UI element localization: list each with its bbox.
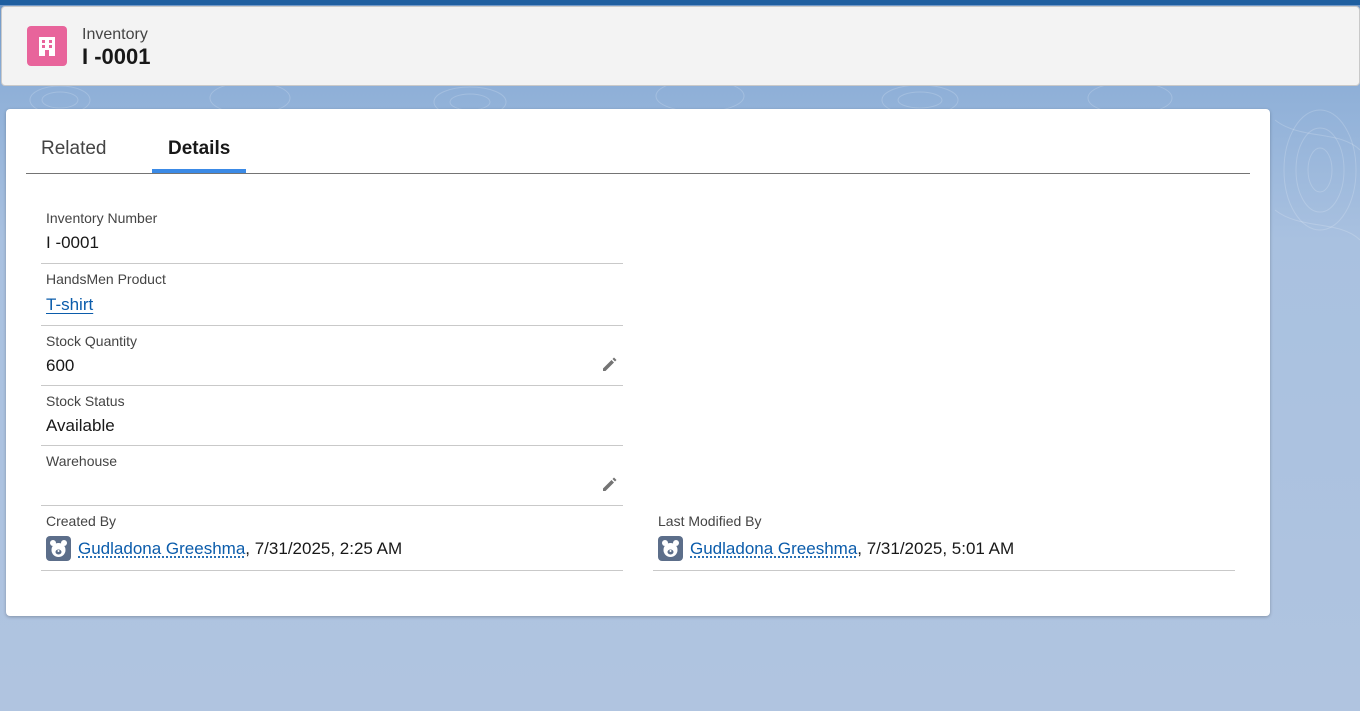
field-warehouse: Warehouse	[41, 446, 623, 506]
field-created-by: Created By Gudladona Greeshma , 7/31/202…	[41, 506, 623, 571]
field-stock-quantity: Stock Quantity 600	[41, 326, 623, 386]
field-inventory-number: Inventory Number I -0001	[41, 203, 623, 264]
inventory-number-label: Inventory Number	[46, 210, 158, 226]
handsmen-product-link[interactable]: T-shirt	[46, 295, 93, 315]
stock-quantity-value: 600	[46, 356, 75, 375]
tab-bar: Related Details	[26, 109, 1250, 174]
tab-related[interactable]: Related	[41, 138, 107, 160]
object-type-label: Inventory	[82, 26, 148, 43]
handsmen-product-label: HandsMen Product	[46, 271, 166, 287]
edit-pencil-icon[interactable]	[600, 356, 618, 374]
building-icon	[27, 26, 67, 66]
warehouse-label: Warehouse	[46, 453, 118, 469]
edit-pencil-icon[interactable]	[600, 476, 618, 494]
active-tab-indicator	[152, 169, 246, 173]
last-modified-by-label: Last Modified By	[658, 513, 762, 529]
user-avatar-icon	[46, 536, 71, 561]
record-title: I -0001	[82, 44, 151, 69]
stock-status-label: Stock Status	[46, 393, 125, 409]
field-last-modified-by: Last Modified By Gudladona Greeshma , 7/…	[653, 506, 1235, 571]
inventory-number-value: I -0001	[46, 233, 99, 252]
last-modified-by-value: Gudladona Greeshma , 7/31/2025, 5:01 AM	[658, 536, 1014, 561]
created-by-label: Created By	[46, 513, 117, 529]
created-by-user-link[interactable]: Gudladona Greeshma	[78, 539, 245, 559]
details-card: Related Details Inventory Number I -0001…	[6, 109, 1270, 616]
user-avatar-icon	[658, 536, 683, 561]
field-stock-status: Stock Status Available	[41, 386, 623, 446]
stock-status-value: Available	[46, 416, 115, 435]
tab-details[interactable]: Details	[168, 138, 230, 160]
field-handsmen-product: HandsMen Product T-shirt	[41, 264, 623, 326]
top-brand-strip	[0, 0, 1360, 5]
created-by-timestamp: , 7/31/2025, 2:25 AM	[245, 538, 403, 558]
stock-quantity-label: Stock Quantity	[46, 333, 138, 349]
record-header: Inventory I -0001	[1, 6, 1360, 86]
last-modified-by-user-link[interactable]: Gudladona Greeshma	[690, 539, 857, 559]
created-by-value: Gudladona Greeshma , 7/31/2025, 2:25 AM	[46, 536, 402, 561]
last-modified-by-timestamp: , 7/31/2025, 5:01 AM	[857, 538, 1015, 558]
